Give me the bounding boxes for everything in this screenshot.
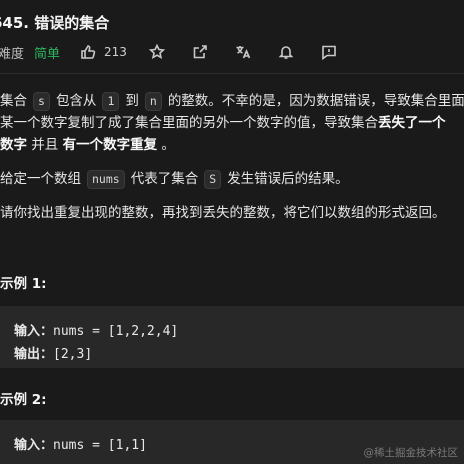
desc-text: 包含从: [55, 93, 97, 109]
desc-text: 集合: [0, 93, 27, 109]
desc-text: 发生错误后的结果。: [227, 171, 349, 187]
desc-text: 到: [125, 93, 139, 109]
like-button[interactable]: 213: [78, 42, 127, 62]
input-value: nums = [1,1]: [53, 438, 147, 453]
difficulty-label: 难度: [0, 46, 25, 62]
header-divider: [0, 73, 464, 74]
example-2-input: 输入：nums = [1,1]: [14, 434, 147, 453]
watermark: @稀土掘金技术社区: [363, 447, 459, 459]
thumbs-up-icon: [78, 42, 98, 62]
desc-bold-text: 数字: [0, 137, 27, 153]
inline-code-n: n: [144, 92, 162, 111]
description-line-2: 某一个数字复制了成了集合里面的另外一个数字的值，导致集合丢失了一个: [0, 112, 446, 135]
star-icon[interactable]: [147, 42, 167, 62]
desc-text: 给定一个数组: [0, 171, 81, 187]
inline-code-nums: nums: [87, 170, 125, 189]
feedback-icon[interactable]: [319, 42, 339, 62]
input-value: nums = [1,2,2,4]: [53, 324, 179, 339]
desc-text: 。: [161, 137, 175, 153]
difficulty-badge: 简单: [34, 46, 61, 62]
problem-meta-bar: 难度 简单 213: [0, 42, 339, 62]
input-label: 输入：: [14, 438, 54, 453]
inline-code-s: s: [33, 92, 50, 111]
bell-icon[interactable]: [276, 42, 296, 62]
like-count: 213: [104, 45, 127, 59]
inline-code-1: 1: [102, 92, 120, 111]
description-line-3: 数字 并且 有一个数字重复 。: [0, 134, 175, 157]
desc-text: 并且: [31, 137, 59, 153]
desc-text: 代表了集合: [130, 171, 199, 187]
output-label: 输出：: [14, 347, 54, 362]
example-1-input: 输入：nums = [1,2,2,4]: [14, 320, 178, 339]
description-paragraph-3: 请你找出重复出现的整数，再找到丢失的整数，将它们以数组的形式返回。: [0, 205, 446, 221]
problem-title: 645. 错误的集合: [0, 14, 110, 32]
example-2-heading: 示例 2:: [0, 392, 47, 408]
share-icon[interactable]: [190, 42, 210, 62]
example-1-block: 输入：nums = [1,2,2,4] 输出：[2,3]: [0, 306, 464, 368]
desc-bold-text: 有一个数字重复: [62, 137, 158, 153]
desc-bold-text: 丢失了一个: [378, 115, 446, 131]
description-paragraph-2: 给定一个数组 nums 代表了集合 S 发生错误后的结果。: [0, 168, 349, 191]
description-line-1: 集合 s 包含从 1 到 n 的整数。不幸的是，因为数据错误，导致集合里面: [0, 90, 464, 113]
inline-code-S: S: [204, 170, 222, 189]
desc-text: 的整数。不幸的是，因为数据错误，导致集合里面: [167, 93, 464, 109]
output-value: [2,3]: [53, 347, 93, 362]
input-label: 输入：: [14, 324, 54, 339]
translate-icon[interactable]: [233, 42, 253, 62]
example-1-output: 输出：[2,3]: [14, 343, 92, 362]
example-1-heading: 示例 1:: [0, 276, 47, 292]
desc-text: 某一个数字复制了成了集合里面的另外一个数字的值，导致集合: [0, 115, 378, 131]
